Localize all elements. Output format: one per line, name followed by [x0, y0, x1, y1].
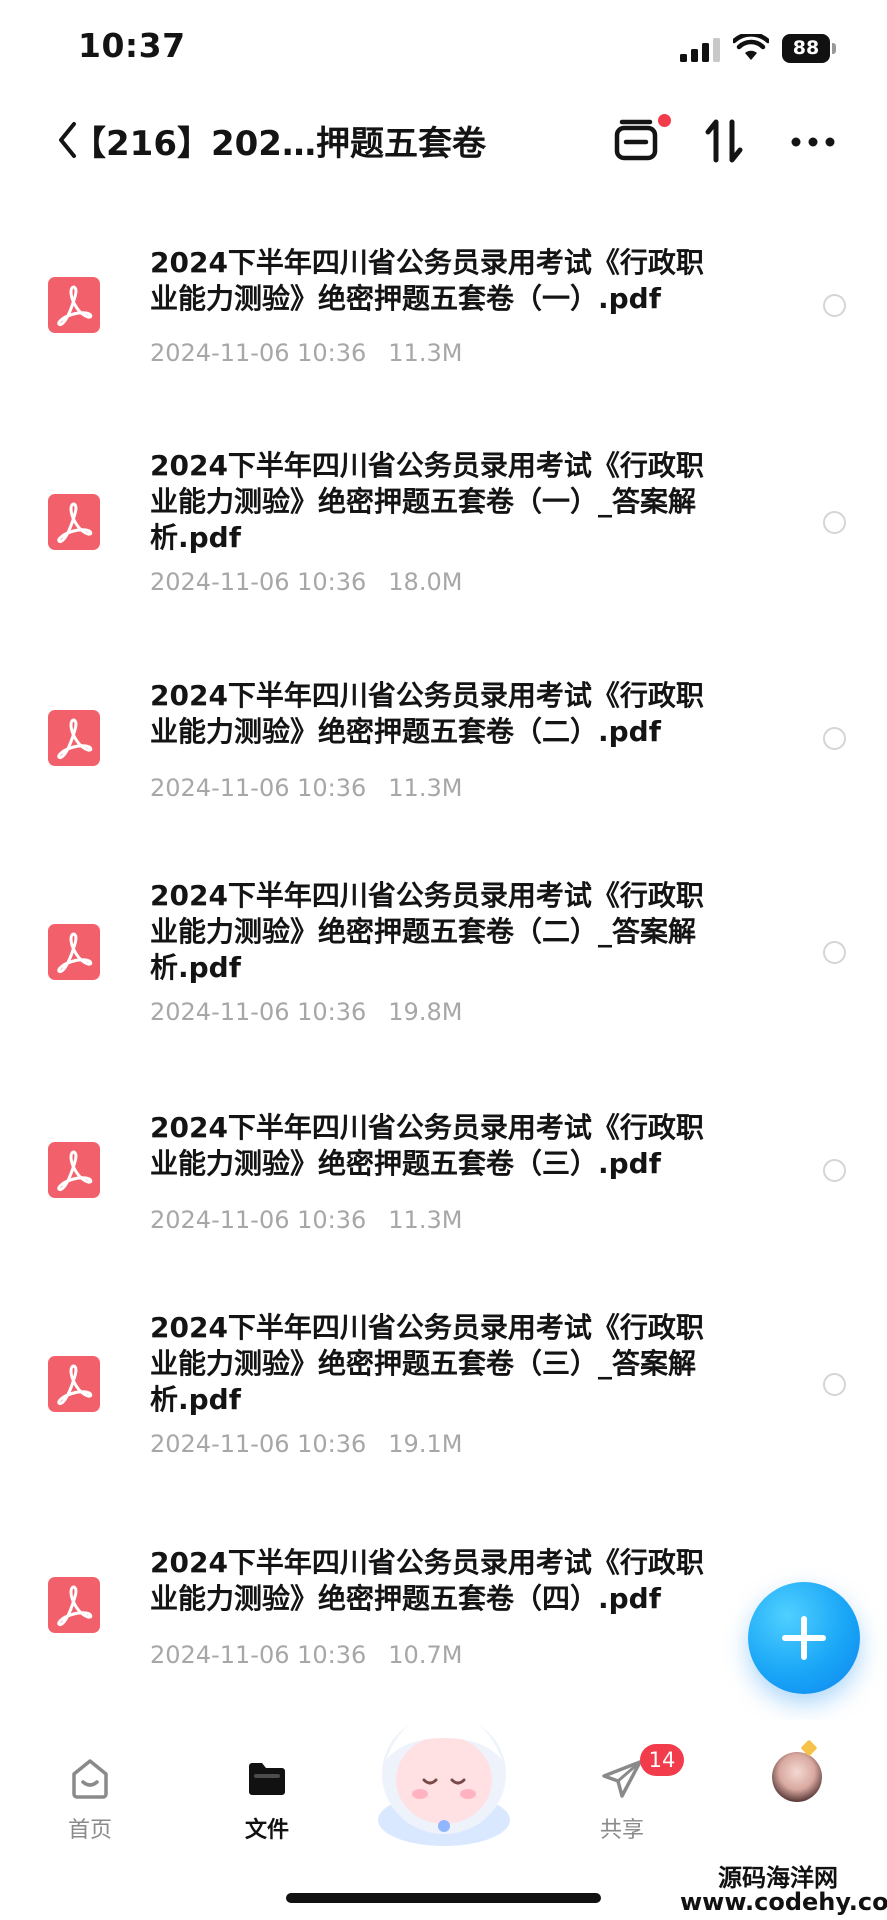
select-radio[interactable]	[823, 1373, 846, 1396]
file-list-item[interactable]: 2024下半年四川省公务员录用考试《行政职业能力测验》绝密押题五套卷（一）_答案…	[0, 448, 887, 648]
pdf-file-icon	[48, 277, 100, 333]
file-date: 2024-11-06 10:36	[150, 774, 367, 802]
watermark-url: www.codehy.com	[680, 1888, 887, 1916]
add-fab-button[interactable]	[748, 1582, 860, 1694]
status-time: 10:37	[78, 26, 186, 65]
assistant-mascot-button[interactable]	[364, 1702, 524, 1852]
file-date: 2024-11-06 10:36	[150, 1641, 367, 1669]
file-name: 2024下半年四川省公务员录用考试《行政职业能力测验》绝密押题五套卷（三）_答案…	[150, 1311, 704, 1416]
tab-share-label: 共享	[599, 1818, 644, 1843]
file-date: 2024-11-06 10:36	[150, 339, 367, 367]
page-title: 【216】202…押题五套卷	[72, 124, 486, 164]
battery-level: 88	[782, 34, 830, 63]
file-date: 2024-11-06 10:36	[150, 1430, 367, 1458]
tab-files-label: 文件	[244, 1818, 289, 1843]
transfer-list-icon[interactable]	[612, 118, 660, 164]
select-radio[interactable]	[823, 941, 846, 964]
status-bar: 10:37 88	[0, 0, 887, 100]
home-icon	[72, 1759, 108, 1799]
pdf-file-icon	[48, 924, 100, 980]
file-list-item[interactable]: 2024下半年四川省公务员录用考试《行政职业能力测验》绝密押题五套卷（三）.pd…	[0, 1110, 887, 1310]
select-radio[interactable]	[823, 1159, 846, 1182]
file-date: 2024-11-06 10:36	[150, 998, 367, 1026]
folder-icon	[249, 1763, 285, 1795]
battery-icon: 88	[782, 34, 838, 63]
file-date: 2024-11-06 10:36	[150, 1206, 367, 1234]
file-date: 2024-11-06 10:36	[150, 568, 367, 596]
file-name: 2024下半年四川省公务员录用考试《行政职业能力测验》绝密押题五套卷（二）.pd…	[150, 679, 704, 748]
wifi-icon	[733, 34, 769, 60]
file-meta: 2024-11-06 10:36 10.7M	[150, 1641, 462, 1669]
file-size: 11.3M	[388, 774, 463, 802]
file-size: 19.8M	[388, 998, 463, 1026]
more-options-icon[interactable]	[790, 136, 836, 148]
pdf-file-icon	[48, 710, 100, 766]
home-indicator	[286, 1893, 601, 1903]
notification-dot	[658, 114, 671, 127]
tab-home-label: 首页	[67, 1818, 112, 1843]
file-meta: 2024-11-06 10:36 11.3M	[150, 774, 462, 802]
file-name: 2024下半年四川省公务员录用考试《行政职业能力测验》绝密押题五套卷（二）_答案…	[150, 879, 704, 984]
file-size: 11.3M	[388, 339, 463, 367]
pdf-file-icon	[48, 1142, 100, 1198]
paper-plane-icon	[602, 1760, 642, 1798]
file-meta: 2024-11-06 10:36 19.8M	[150, 998, 462, 1026]
file-meta: 2024-11-06 10:36 19.1M	[150, 1430, 462, 1458]
file-name: 2024下半年四川省公务员录用考试《行政职业能力测验》绝密押题五套卷（四）.pd…	[150, 1546, 704, 1615]
pdf-file-icon	[48, 1356, 100, 1412]
select-radio[interactable]	[823, 294, 846, 317]
share-count-badge: 14	[640, 1744, 684, 1776]
file-list-item[interactable]: 2024下半年四川省公务员录用考试《行政职业能力测验》绝密押题五套卷（二）.pd…	[0, 678, 887, 878]
file-list-item[interactable]: 2024下半年四川省公务员录用考试《行政职业能力测验》绝密押题五套卷（一）.pd…	[0, 245, 887, 445]
file-name: 2024下半年四川省公务员录用考试《行政职业能力测验》绝密押题五套卷（一）.pd…	[150, 246, 704, 315]
select-radio[interactable]	[823, 727, 846, 750]
file-size: 19.1M	[388, 1430, 463, 1458]
file-size: 11.3M	[388, 1206, 463, 1234]
file-meta: 2024-11-06 10:36 11.3M	[150, 339, 462, 367]
pdf-file-icon	[48, 494, 100, 550]
file-meta: 2024-11-06 10:36 11.3M	[150, 1206, 462, 1234]
cellular-signal-icon	[680, 38, 720, 62]
file-size: 18.0M	[388, 568, 463, 596]
file-list-item[interactable]: 2024下半年四川省公务员录用考试《行政职业能力测验》绝密押题五套卷（三）_答案…	[0, 1310, 887, 1510]
file-size: 10.7M	[388, 1641, 463, 1669]
file-list-item[interactable]: 2024下半年四川省公务员录用考试《行政职业能力测验》绝密押题五套卷（二）_答案…	[0, 878, 887, 1078]
file-name: 2024下半年四川省公务员录用考试《行政职业能力测验》绝密押题五套卷（一）_答案…	[150, 449, 704, 554]
pdf-file-icon	[48, 1577, 100, 1633]
sort-icon[interactable]	[704, 118, 746, 164]
file-name: 2024下半年四川省公务员录用考试《行政职业能力测验》绝密押题五套卷（三）.pd…	[150, 1111, 704, 1180]
select-radio[interactable]	[823, 511, 846, 534]
avatar[interactable]	[772, 1752, 822, 1802]
file-meta: 2024-11-06 10:36 18.0M	[150, 568, 462, 596]
